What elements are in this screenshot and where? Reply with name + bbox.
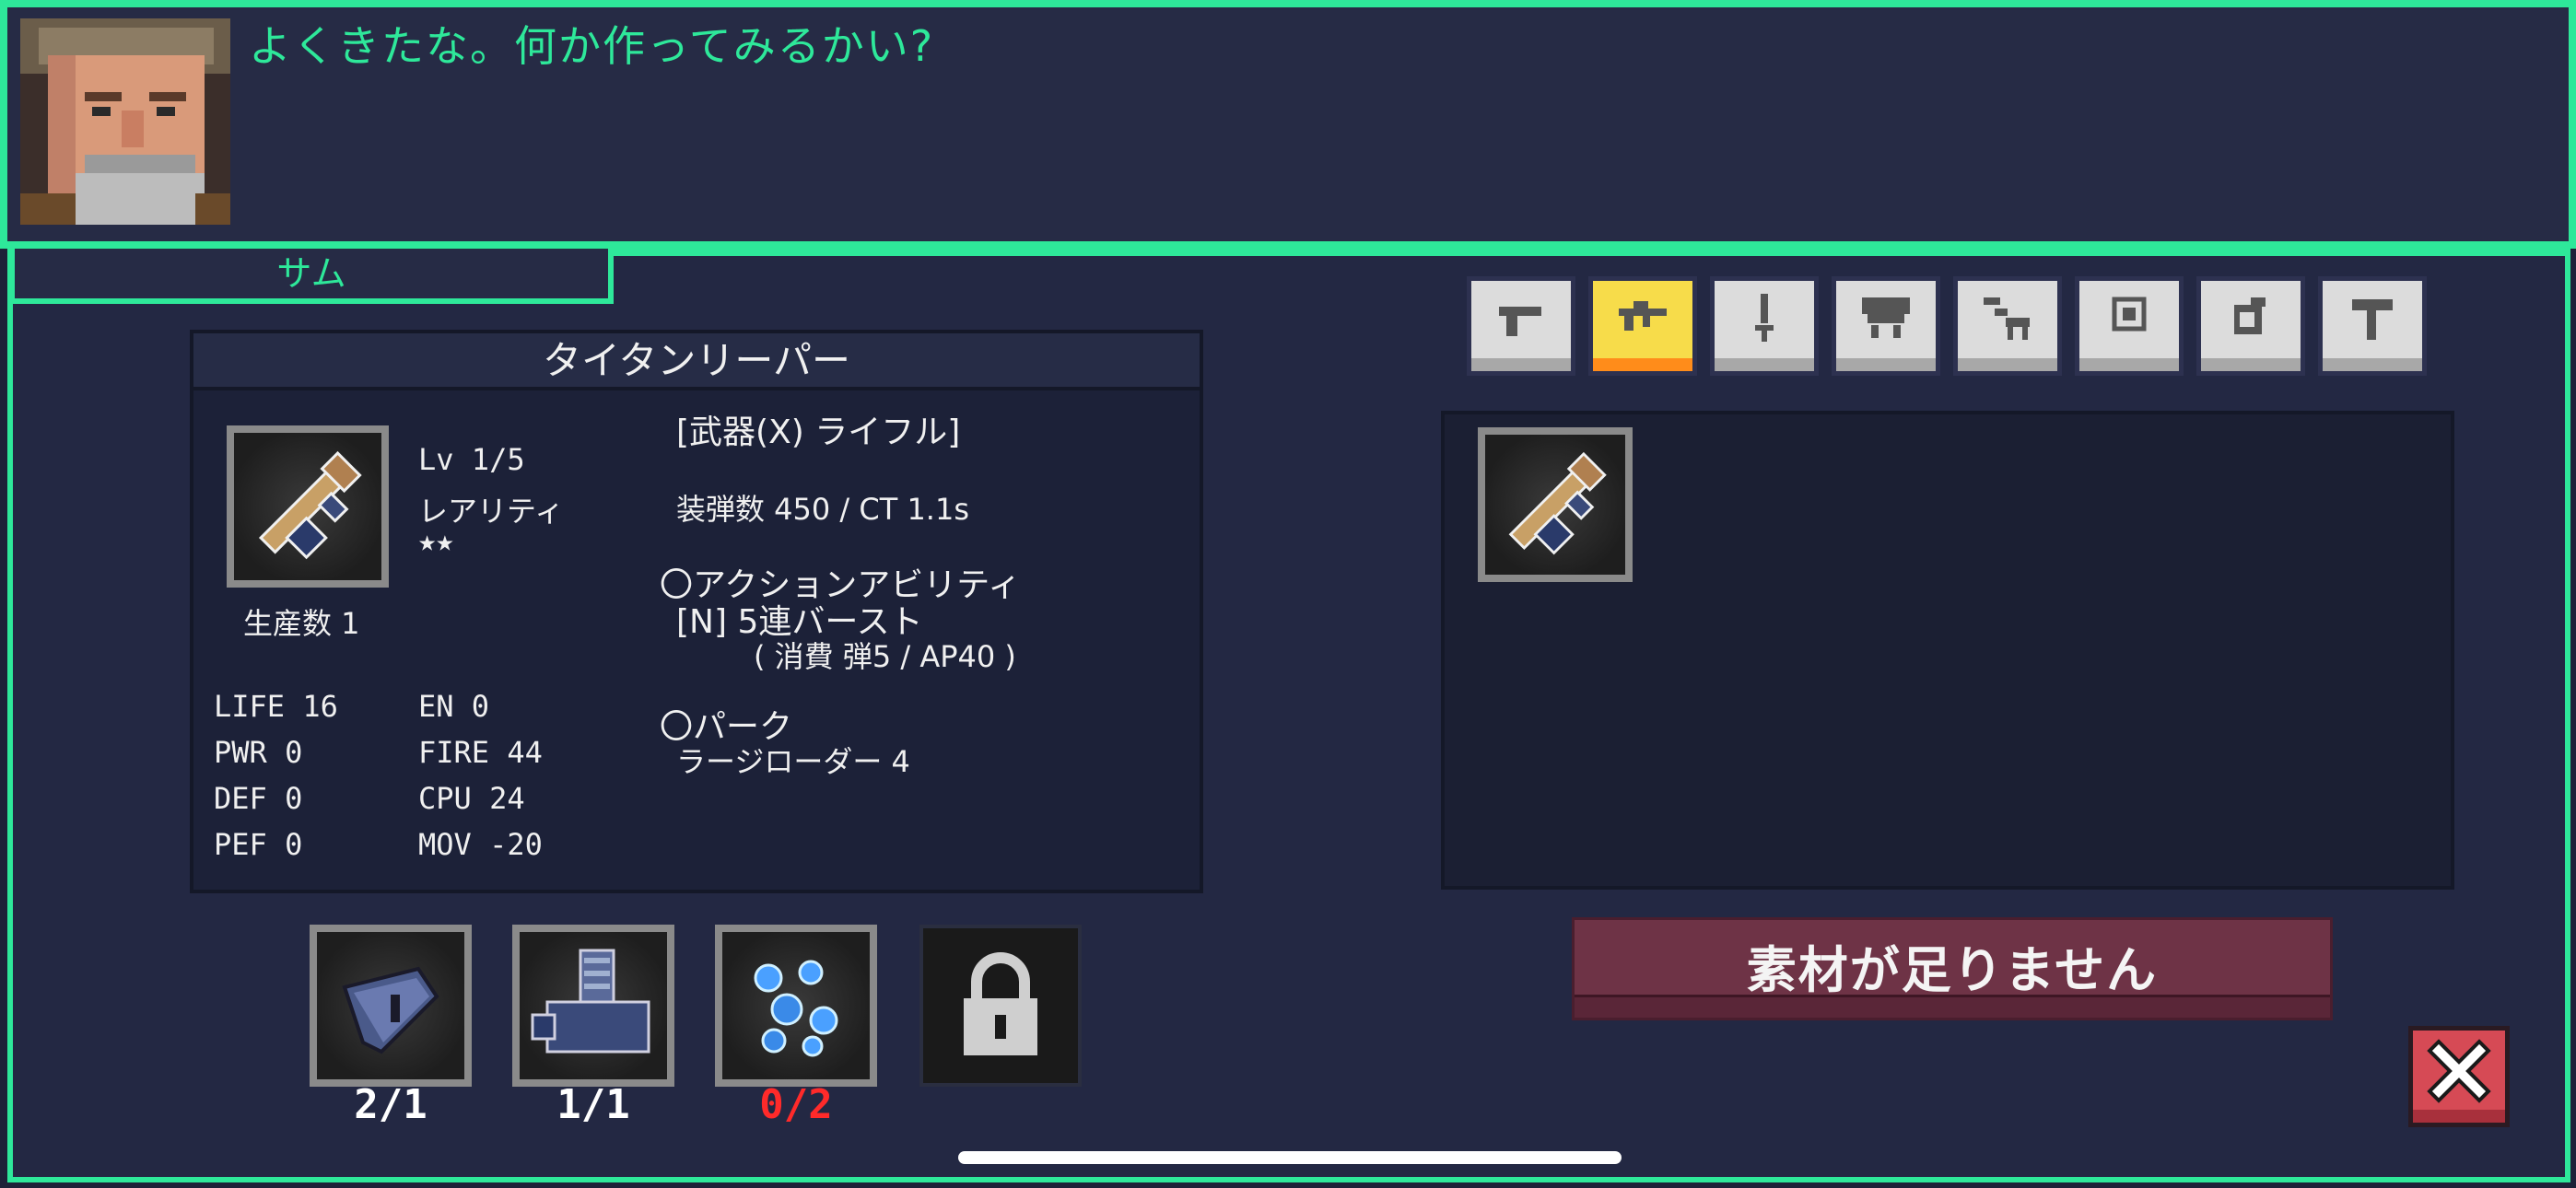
pistol-icon <box>1499 307 1541 336</box>
heavy-weapon-icon <box>1862 297 1910 338</box>
speaker-name-tab: サム <box>9 249 614 304</box>
stat-en: EN 0 <box>418 689 490 724</box>
item-category: [武器(X) ライフル] <box>676 413 961 451</box>
category-tab-chip[interactable] <box>2075 276 2184 376</box>
stat-fire: FIRE 44 <box>418 735 543 770</box>
category-tab-heavy[interactable] <box>1832 276 1940 376</box>
item-detail-card: タイタンリーパー 生産数 1 Lv 1/5 レアリティ ★★ [武器(X) ライ… <box>190 330 1203 893</box>
category-tab-pistol[interactable] <box>1467 276 1575 376</box>
recipe-grid <box>1441 411 2454 890</box>
sword-icon <box>1755 294 1774 342</box>
item-name: タイタンリーパー <box>193 333 1200 390</box>
hammer-icon <box>2352 299 2393 340</box>
material-slot-2[interactable] <box>512 925 674 1087</box>
stat-life: LIFE 16 <box>214 689 338 724</box>
craft-button-label: 素材が足りません <box>1746 941 2159 999</box>
material-slot-locked <box>919 925 1082 1087</box>
material-slot-1[interactable] <box>310 925 472 1087</box>
rarity-stars: ★★ <box>418 523 454 558</box>
stat-pef: PEF 0 <box>214 827 303 862</box>
engine-part-icon <box>531 949 650 1054</box>
category-tab-armor[interactable] <box>2196 276 2305 376</box>
ammo-info: 装弾数 450 / CT 1.1s <box>676 492 970 527</box>
item-level: Lv 1/5 <box>418 442 525 477</box>
speaker-name: サム <box>276 253 346 294</box>
category-tab-rifle[interactable] <box>1588 276 1697 376</box>
produced-count: 生産数 1 <box>243 606 360 641</box>
rifle-item-icon <box>1508 451 1607 555</box>
drone-icon <box>1984 297 2030 340</box>
stat-mov: MOV -20 <box>418 827 543 862</box>
action-ability-cost: ( 消費 弾5 / AP40 ) <box>754 639 1016 674</box>
perk-name: ラージローダー 4 <box>676 744 910 779</box>
category-tab-tool[interactable] <box>2318 276 2427 376</box>
armor-icon <box>2234 297 2266 334</box>
category-tab-drone[interactable] <box>1953 276 2062 376</box>
stat-cpu: CPU 24 <box>418 781 525 816</box>
npc-portrait <box>20 18 230 225</box>
craft-button[interactable]: 素材が足りません <box>1572 917 2333 1020</box>
material-count-1: 2/1 <box>354 1081 427 1128</box>
material-slot-3[interactable] <box>715 925 877 1087</box>
blue-crystal-icon <box>754 960 838 1057</box>
armor-plate-icon <box>342 966 439 1054</box>
item-icon-frame <box>227 425 389 588</box>
stat-pwr: PWR 0 <box>214 735 303 770</box>
close-icon <box>2427 1039 2491 1103</box>
material-count-2: 1/1 <box>556 1081 630 1128</box>
recipe-item-titan-reaper[interactable] <box>1478 427 1633 582</box>
home-indicator[interactable] <box>958 1151 1622 1164</box>
close-button[interactable] <box>2408 1026 2510 1127</box>
dialog-text: よくきたな。何か作ってみるかい? <box>249 21 935 71</box>
material-count-3: 0/2 <box>759 1081 833 1128</box>
stat-def: DEF 0 <box>214 781 303 816</box>
lock-icon <box>964 952 1037 1055</box>
chip-icon <box>2112 297 2147 332</box>
rifle-icon <box>1619 301 1667 331</box>
rifle-item-icon <box>258 450 362 560</box>
category-tab-sword[interactable] <box>1710 276 1819 376</box>
